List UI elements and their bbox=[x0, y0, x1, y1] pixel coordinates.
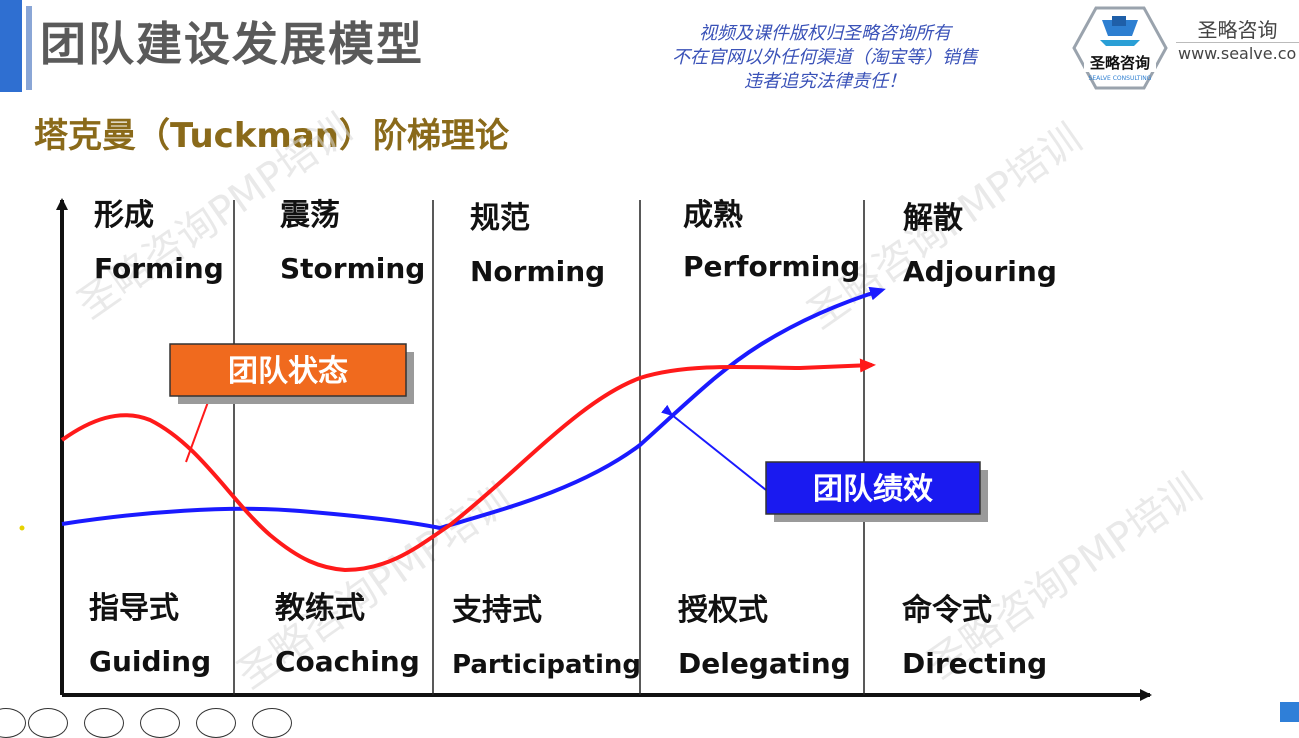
toolbar-button-2[interactable] bbox=[28, 708, 68, 738]
leadership-directing-en: Directing bbox=[902, 647, 1047, 680]
stage-performing-en: Performing bbox=[683, 250, 860, 283]
leadership-directing-cn: 命令式 bbox=[902, 593, 992, 628]
tuckman-diagram: 圣略咨询PMP培训 圣略咨询PMP培训 圣略咨询PMP培训 圣略咨询PMP培训 … bbox=[19, 105, 1210, 701]
stage-norming-en: Norming bbox=[470, 255, 605, 288]
leadership-guiding-cn: 指导式 bbox=[89, 591, 179, 626]
stage-forming-en: Forming bbox=[94, 252, 224, 285]
leadership-delegating-cn: 授权式 bbox=[678, 593, 768, 628]
stage-adjourning-en: Adjouring bbox=[903, 255, 1057, 288]
marker-dot bbox=[19, 525, 25, 531]
stage-storming-cn: 震荡 bbox=[280, 198, 340, 233]
leadership-guiding-en: Guiding bbox=[89, 645, 211, 678]
toolbar-menu-button[interactable] bbox=[252, 708, 292, 738]
team-state-label: 团队状态 bbox=[228, 354, 348, 389]
corner-indicator bbox=[1280, 702, 1299, 722]
player-toolbar bbox=[0, 708, 320, 738]
leadership-participating-en: Participating bbox=[452, 650, 641, 680]
leadership-coaching-cn: 教练式 bbox=[275, 591, 365, 626]
stage-norming-cn: 规范 bbox=[470, 201, 530, 236]
team-performance-label: 团队绩效 bbox=[813, 472, 933, 507]
stage-performing-cn: 成熟 bbox=[683, 198, 743, 233]
toolbar-pen-button[interactable] bbox=[84, 708, 124, 738]
stage-forming-cn: 形成 bbox=[94, 198, 154, 233]
stage-adjourning-cn: 解散 bbox=[903, 201, 963, 236]
leadership-delegating-en: Delegating bbox=[678, 647, 851, 680]
leadership-participating-cn: 支持式 bbox=[452, 593, 542, 628]
toolbar-button-1[interactable] bbox=[0, 708, 26, 738]
team-performance-callout-line bbox=[661, 404, 767, 491]
toolbar-zoom-button[interactable] bbox=[196, 708, 236, 738]
toolbar-grid-button[interactable] bbox=[140, 708, 180, 738]
stage-storming-en: Storming bbox=[280, 252, 425, 285]
leadership-coaching-en: Coaching bbox=[275, 645, 420, 678]
